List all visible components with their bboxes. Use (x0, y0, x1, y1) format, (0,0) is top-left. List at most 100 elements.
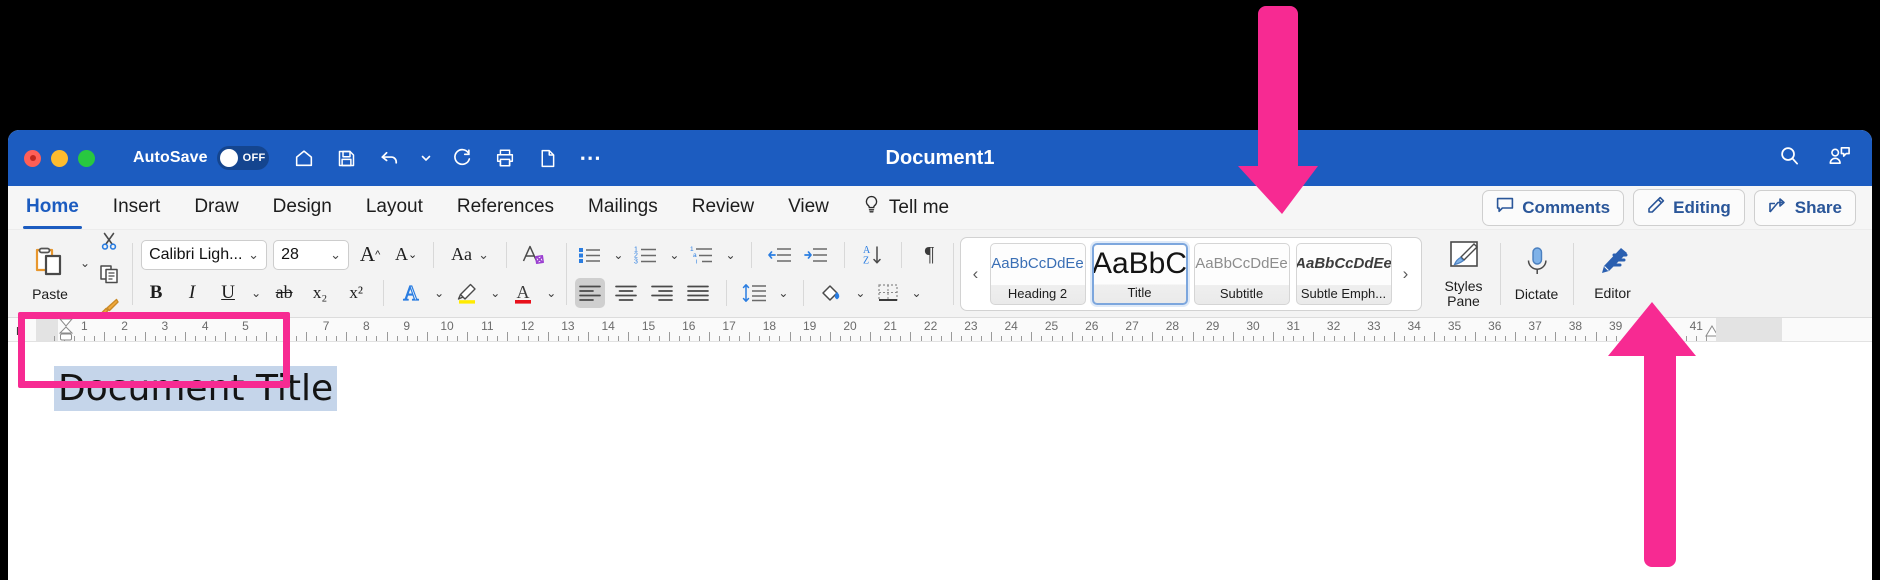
underline-chevron-icon[interactable]: ⌄ (249, 286, 263, 300)
ruler-number: 29 (1206, 319, 1220, 333)
borders-button[interactable] (873, 278, 903, 308)
numbering-button[interactable]: 123 (631, 240, 661, 270)
document-page[interactable]: Document Title (8, 342, 1872, 580)
document-paragraph[interactable]: Document Title (54, 366, 338, 411)
multilevel-list-button[interactable]: 1ai (687, 240, 717, 270)
print-icon[interactable] (492, 145, 518, 171)
tab-stop-selector[interactable]: ↱ (14, 322, 26, 339)
undo-dropdown-chevron-icon[interactable] (420, 145, 432, 171)
line-spacing-button[interactable] (740, 278, 770, 308)
bullets-chevron-icon[interactable]: ⌄ (611, 248, 625, 262)
font-name-chevron-icon[interactable]: ⌄ (248, 247, 259, 263)
save-icon[interactable] (334, 145, 360, 171)
change-case-chevron-icon[interactable]: ⌄ (478, 247, 489, 263)
more-options-icon[interactable]: ⋯ (578, 145, 604, 171)
subscript-button[interactable]: x₂ (305, 278, 335, 308)
ruler-number: 15 (641, 319, 656, 333)
shrink-font-button[interactable]: A ⌄ (391, 240, 421, 270)
tell-me-button[interactable]: Tell me (863, 195, 949, 220)
tab-layout[interactable]: Layout (366, 196, 423, 220)
ruler-left-indent-marker[interactable] (58, 318, 74, 342)
bold-button[interactable]: B (141, 278, 171, 308)
superscript-button[interactable]: x² (341, 278, 371, 308)
text-effects-chevron-icon[interactable]: ⌄ (432, 286, 446, 300)
justify-button[interactable] (683, 278, 713, 308)
minimize-window-button[interactable] (51, 149, 68, 167)
paste-dropdown-chevron-icon[interactable]: ⌄ (78, 256, 92, 270)
underline-button[interactable]: U (213, 278, 243, 308)
styles-pane-button[interactable]: Styles Pane (1428, 230, 1500, 317)
tab-home[interactable]: Home (23, 196, 82, 229)
undo-icon[interactable] (377, 145, 403, 171)
document-title-text[interactable]: Document Title (54, 366, 338, 411)
font-color-chevron-icon[interactable]: ⌄ (544, 286, 558, 300)
ruler-tick (557, 336, 559, 341)
style-subtle-emphasis[interactable]: AaBbCcDdEe Subtle Emph... (1295, 242, 1392, 305)
align-left-button[interactable] (575, 277, 606, 308)
lightbulb-icon (863, 195, 880, 220)
tab-references[interactable]: References (457, 196, 554, 220)
close-window-button[interactable] (24, 149, 41, 167)
styles-scroll-next-button[interactable]: › (1395, 264, 1417, 284)
ruler-tick (356, 336, 358, 341)
tab-review[interactable]: Review (692, 196, 754, 220)
autosave-control[interactable]: AutoSave OFF (133, 146, 269, 170)
font-color-button[interactable]: A (508, 278, 538, 308)
shading-button[interactable] (817, 278, 847, 308)
ruler-number: 2 (121, 319, 128, 333)
shading-chevron-icon[interactable]: ⌄ (853, 286, 867, 300)
style-title[interactable]: AaBbC Title (1091, 242, 1188, 305)
ruler-tick (104, 332, 106, 341)
redo-icon[interactable] (449, 145, 475, 171)
new-document-icon[interactable] (535, 145, 561, 171)
font-size-chevron-icon[interactable]: ⌄ (330, 247, 341, 263)
share-button[interactable]: Share (1753, 189, 1856, 226)
align-center-button[interactable] (611, 278, 641, 308)
editor-button[interactable]: Editor (1574, 230, 1652, 317)
ruler[interactable]: ↱ 1 2 3 4 5 6 7 8 9 10 11 12 13 14 15 16 17 18 19 20 21 22 23 2… (8, 318, 1872, 342)
maximize-window-button[interactable] (78, 149, 95, 167)
dictate-button[interactable]: Dictate (1501, 230, 1573, 317)
microphone-icon (1522, 246, 1552, 284)
autosave-label: AutoSave (133, 149, 208, 166)
numbering-chevron-icon[interactable]: ⌄ (667, 248, 681, 262)
comments-button[interactable]: Comments (1482, 189, 1625, 226)
font-size-combobox[interactable]: 28 ⌄ (273, 239, 350, 270)
home-icon[interactable] (291, 145, 317, 171)
strikethrough-button[interactable]: ab (269, 278, 299, 308)
ruler-tick (537, 336, 539, 341)
decrease-indent-button[interactable] (765, 240, 795, 270)
clear-formatting-button[interactable] (519, 240, 549, 270)
editing-button[interactable]: Editing (1633, 189, 1745, 226)
grow-font-button[interactable]: A ^ (355, 240, 385, 270)
cut-button[interactable] (94, 226, 124, 256)
change-case-button[interactable]: Aa ⌄ (446, 240, 494, 270)
tab-mailings[interactable]: Mailings (588, 196, 658, 220)
style-subtitle[interactable]: AaBbCcDdEe Subtitle (1193, 242, 1290, 305)
bullets-button[interactable] (575, 240, 605, 270)
paste-button[interactable]: Paste (22, 245, 78, 302)
font-name-combobox[interactable]: Calibri Ligh... ⌄ (141, 239, 268, 270)
sort-button[interactable]: AZ (858, 240, 888, 270)
search-icon[interactable] (1778, 144, 1801, 172)
collaborate-icon[interactable] (1827, 144, 1852, 172)
tab-view[interactable]: View (788, 196, 829, 220)
tab-insert[interactable]: Insert (113, 196, 161, 220)
highlight-color-button[interactable] (452, 278, 482, 308)
italic-button[interactable]: I (177, 278, 207, 308)
highlight-chevron-icon[interactable]: ⌄ (488, 286, 502, 300)
format-painter-button[interactable] (94, 292, 124, 322)
align-right-button[interactable] (647, 278, 677, 308)
autosave-toggle[interactable]: OFF (216, 146, 269, 170)
increase-indent-button[interactable] (801, 240, 831, 270)
line-spacing-chevron-icon[interactable]: ⌄ (776, 286, 790, 300)
borders-chevron-icon[interactable]: ⌄ (909, 286, 923, 300)
show-paragraph-marks-button[interactable]: ¶ (915, 240, 945, 270)
tab-design[interactable]: Design (273, 196, 332, 220)
tab-draw[interactable]: Draw (194, 196, 238, 220)
style-heading-2[interactable]: AaBbCcDdEe Heading 2 (989, 242, 1086, 305)
multilevel-chevron-icon[interactable]: ⌄ (723, 248, 737, 262)
styles-scroll-previous-button[interactable]: ‹ (965, 264, 987, 284)
copy-button[interactable] (94, 259, 124, 289)
text-effects-button[interactable]: A (396, 278, 426, 308)
